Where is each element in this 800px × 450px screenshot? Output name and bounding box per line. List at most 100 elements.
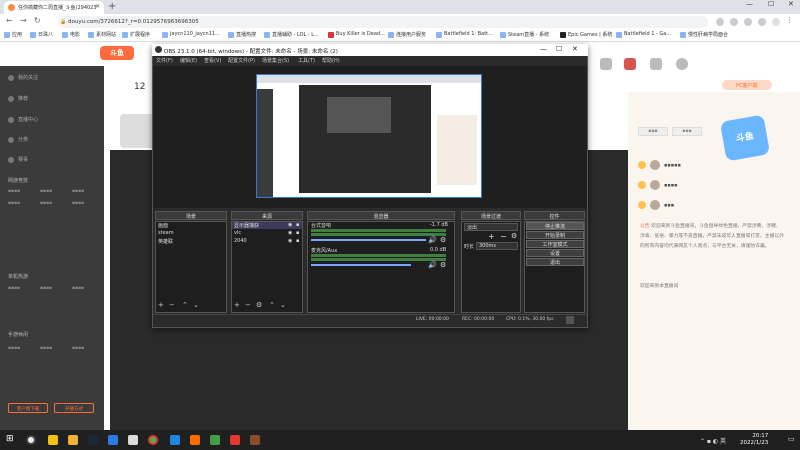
minimize-icon[interactable]: — — [746, 0, 753, 8]
bookmark-item[interactable]: 素材网站 — [88, 31, 116, 38]
source-item[interactable]: 2040 — [234, 238, 247, 244]
obs-taskbar-icon[interactable] — [26, 435, 36, 445]
mixer-settings-icon[interactable]: ⚙ — [440, 236, 446, 244]
add-source-icon[interactable]: + — [234, 301, 240, 309]
move-down-icon[interactable]: ⌄ — [193, 301, 199, 309]
transition-select[interactable]: 淡出 — [464, 223, 518, 231]
remove-transition-icon[interactable]: − — [500, 232, 507, 241]
settings-button[interactable]: 设置 — [526, 249, 584, 257]
sidebar-cell[interactable]: ▪▪▪▪ — [8, 189, 20, 194]
scene-item[interactable]: steam — [158, 230, 174, 236]
lock-icon[interactable]: ▪ — [296, 222, 299, 228]
obs-minimize-icon[interactable]: — — [540, 45, 547, 53]
move-down-icon[interactable]: ⌄ — [280, 301, 286, 309]
remove-scene-icon[interactable]: − — [169, 301, 175, 309]
user-avatar[interactable] — [676, 58, 688, 70]
bookmark-item[interactable]: Buy Killer is Dead... — [328, 31, 385, 38]
folder-icon[interactable] — [68, 435, 78, 445]
app-icon[interactable] — [190, 435, 200, 445]
pc-client-button[interactable]: PC客户端 — [722, 80, 772, 90]
move-up-icon[interactable]: ⌃ — [182, 301, 188, 309]
sidebar-cell[interactable]: ▪▪▪▪ — [72, 346, 84, 351]
source-item[interactable]: 显示器捕获 — [234, 222, 259, 229]
sidebar-cell[interactable]: ▪▪▪▪ — [40, 346, 52, 351]
nav-icon[interactable] — [600, 58, 612, 70]
add-scene-icon[interactable]: + — [158, 301, 164, 309]
scene-item[interactable]: 英雄联 — [158, 238, 173, 245]
sidebar-item-events[interactable]: 赛事 — [8, 156, 28, 163]
bookmark-item[interactable]: 慢性肝病学局面合 — [680, 31, 728, 38]
studio-mode-button[interactable]: 工作室模式 — [526, 240, 584, 248]
sidebar-item-recommend[interactable]: 推荐 — [8, 95, 28, 102]
back-icon[interactable]: ← — [6, 16, 13, 25]
bookmark-item[interactable]: 应用 — [4, 31, 22, 38]
app-icon[interactable] — [128, 435, 138, 445]
nav-icon[interactable] — [624, 58, 636, 70]
add-transition-icon[interactable]: + — [488, 232, 495, 241]
bookmark-item[interactable]: Battlefield 1: Batt... — [436, 31, 493, 38]
rank-row[interactable]: ▪▪▪ — [638, 200, 674, 210]
lock-icon[interactable]: ▪ — [296, 230, 299, 236]
eye-icon[interactable]: ◉ — [288, 222, 292, 228]
bookmark-item[interactable]: 直播辅助 - LOL - L... — [264, 31, 319, 38]
rank-row[interactable]: ▪▪▪▪ — [638, 180, 678, 190]
menu-icon[interactable]: ⋮ — [786, 16, 794, 24]
mixer-settings-icon[interactable]: ⚙ — [440, 261, 446, 269]
bookmark-item[interactable]: 扩展程序 — [122, 31, 150, 38]
eye-icon[interactable]: ◉ — [288, 230, 292, 236]
scene-item[interactable]: 画面 — [158, 222, 168, 229]
douyu-logo[interactable]: 斗鱼 — [100, 46, 134, 60]
rank-row[interactable]: ▪▪▪▪▪ — [638, 160, 681, 170]
bookmark-item[interactable]: Battlefield 1 - Ga... — [616, 31, 671, 38]
sidebar-item-following[interactable]: 我的关注 — [8, 74, 38, 81]
app-icon[interactable] — [170, 435, 180, 445]
obs-title-bar[interactable]: OBS 23.1.0 (64-bit, windows) - 配置文件: 未命名… — [152, 44, 588, 56]
bookmark-item[interactable]: 连接用户服务 — [388, 31, 426, 38]
obs-menu-scene-collection[interactable]: 场景集合(S) — [262, 57, 289, 64]
remove-source-icon[interactable]: − — [245, 301, 251, 309]
app-icon[interactable] — [250, 435, 260, 445]
source-item[interactable]: vlc — [234, 230, 241, 236]
obs-maximize-icon[interactable]: ☐ — [556, 45, 562, 53]
client-download-button[interactable]: 客户端下载 — [8, 403, 48, 413]
nav-icon[interactable] — [650, 58, 662, 70]
sidebar-cell[interactable]: ▪▪▪▪ — [8, 201, 20, 206]
forward-icon[interactable]: → — [20, 16, 27, 25]
bookmark-item[interactable]: Steam直播 - 系统 — [500, 31, 549, 38]
steam-icon[interactable] — [88, 435, 98, 445]
taskbar-clock[interactable]: 20:17 2022/1/23 — [740, 433, 768, 447]
sidebar-item-live-center[interactable]: 直播中心 — [8, 116, 38, 123]
sidebar-cell[interactable]: ▪▪▪▪ — [40, 201, 52, 206]
obs-menu-tools[interactable]: 工具(T) — [298, 57, 315, 64]
app-icon[interactable] — [210, 435, 220, 445]
sidebar-cell[interactable]: ▪▪▪▪ — [72, 286, 84, 291]
bookmark-item[interactable]: jaycn110_jaycn11... — [162, 31, 220, 38]
eye-icon[interactable]: ◉ — [288, 238, 292, 244]
browser-tab[interactable]: 任你搞藏你二周直播_斗鱼(294023 ✕ — [4, 1, 104, 14]
chrome-icon[interactable] — [148, 435, 158, 445]
sidebar-cell[interactable]: ▪▪▪▪ — [8, 346, 20, 351]
sidebar-cell[interactable]: ▪▪▪▪ — [72, 189, 84, 194]
url-input[interactable]: 🔒 douyu.com/3726612?_r=0.012957696369630… — [58, 16, 708, 28]
close-tab-icon[interactable]: ✕ — [95, 3, 100, 10]
obs-menu-help[interactable]: 帮助(H) — [322, 57, 340, 64]
store-icon[interactable] — [108, 435, 118, 445]
extension-icon[interactable] — [716, 18, 724, 26]
sidebar-cell[interactable]: ▪▪▪▪ — [40, 286, 52, 291]
streamer-avatar[interactable] — [120, 114, 154, 148]
profile-avatar-icon[interactable] — [772, 18, 780, 26]
source-settings-icon[interactable]: ⚙ — [256, 301, 262, 309]
obs-close-icon[interactable]: ✕ — [572, 45, 578, 53]
app-icon[interactable] — [230, 435, 240, 445]
notification-icon[interactable]: ▭ — [788, 435, 796, 445]
windows-start-icon[interactable]: ⊞ — [6, 434, 14, 444]
sidebar-cell[interactable]: ▪▪▪▪ — [8, 286, 20, 291]
how-to-stream-button[interactable]: 开播方式 — [54, 403, 94, 413]
obs-menu-file[interactable]: 文件(F) — [156, 57, 173, 64]
speaker-icon[interactable]: 🔊 — [428, 261, 437, 269]
obs-menu-profile[interactable]: 配置文件(P) — [228, 57, 255, 64]
move-up-icon[interactable]: ⌃ — [269, 301, 275, 309]
obs-menu-view[interactable]: 查看(V) — [204, 57, 221, 64]
volume-slider[interactable] — [311, 239, 426, 241]
sidebar-cell[interactable]: ▪▪▪▪ — [72, 201, 84, 206]
